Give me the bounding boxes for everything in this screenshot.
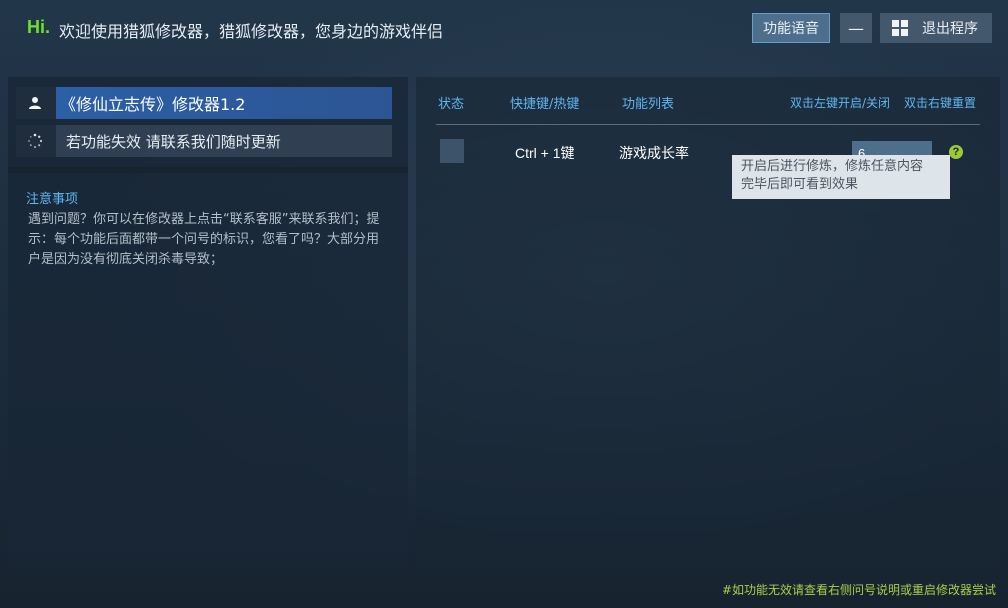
feature-tooltip: 开启后进行修炼，修炼任意内容 完毕后即可看到效果 [732, 155, 950, 199]
feature-panel: 状态 快捷键/热键 功能列表 双击左键开启/关闭 双击右键重置 Ctrl + 1… [416, 77, 1000, 569]
header-left-click: 双击左键开启/关闭 [790, 96, 891, 110]
windows-icon [892, 20, 908, 36]
game-title-row: 《修仙立志传》修改器1.2 [16, 87, 392, 119]
exit-button[interactable]: 退出程序 [880, 13, 992, 43]
header-bar: Hi. 欢迎使用猎狐修改器，猎狐修改器，您身边的游戏伴侣 功能语音 — 退出程序 [0, 0, 1008, 60]
tooltip-line-2: 完毕后即可看到效果 [741, 177, 859, 192]
voice-button[interactable]: 功能语音 [752, 13, 830, 43]
loading-icon [16, 125, 54, 157]
footer-hint: #如功能无效请查看右侧问号说明或重启修改器尝试 [721, 583, 996, 597]
header-status: 状态 [438, 97, 465, 112]
tips-title: 注意事项 [26, 192, 79, 207]
row-feature-name[interactable]: 游戏成长率 [619, 143, 689, 163]
exit-button-label: 退出程序 [922, 21, 978, 37]
panel-divider [8, 167, 408, 173]
row-hotkey: Ctrl + 1键 [515, 145, 575, 161]
header-feature-list: 功能列表 [622, 97, 675, 112]
minimize-icon: — [848, 18, 864, 38]
hi-logo: Hi. [27, 17, 51, 37]
header-right-click: 双击右键重置 [904, 96, 977, 110]
update-notice: 若功能失效 请联系我们随时更新 [56, 125, 392, 157]
voice-button-label: 功能语音 [763, 21, 819, 37]
minimize-button[interactable]: — [840, 13, 872, 43]
tips-body: 遇到问题？你可以在修改器上点击“联系客服”来联系我们；提示：每个功能后面都带一个… [28, 212, 380, 267]
greeting-text: 欢迎使用猎狐修改器，猎狐修改器，您身边的游戏伴侣 [59, 22, 444, 41]
help-question-icon[interactable]: ? [949, 145, 963, 159]
tooltip-line-1: 开启后进行修炼，修炼任意内容 [741, 159, 924, 174]
header-divider [436, 124, 980, 125]
notice-row: 若功能失效 请联系我们随时更新 [16, 125, 392, 157]
game-title: 《修仙立志传》修改器1.2 [56, 87, 392, 119]
user-icon [16, 87, 54, 119]
header-hotkey: 快捷键/热键 [510, 97, 580, 112]
left-panel: 《修仙立志传》修改器1.2 若功能失效 请联系我们随时更新 注意事项 遇到问题？… [8, 77, 408, 569]
status-toggle[interactable] [440, 139, 464, 163]
